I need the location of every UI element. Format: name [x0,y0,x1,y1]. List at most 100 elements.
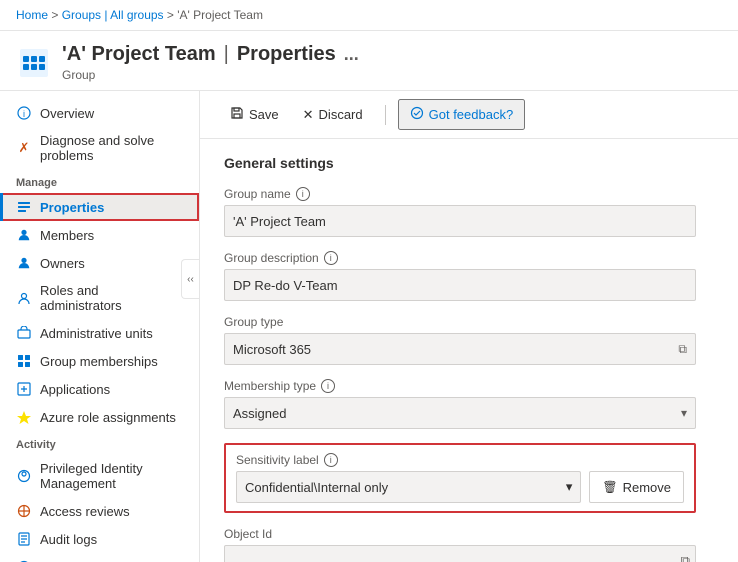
group-description-info-icon[interactable]: i [324,251,338,265]
group-description-field: Group description i [224,251,696,301]
sidebar-item-members[interactable]: Members [0,221,199,249]
sidebar-properties-label: Properties [40,200,104,215]
sidebar-item-diagnose[interactable]: ✗ Diagnose and solve problems [0,127,199,169]
sidebar-owners-label: Owners [40,256,85,271]
header-more-button[interactable]: ... [344,44,359,65]
sidebar-admin-units-label: Administrative units [40,326,153,341]
membership-chevron-icon: ▾ [681,406,687,420]
sensitivity-info-icon[interactable]: i [324,453,338,467]
svg-text:i: i [23,109,25,119]
group-name-info-icon[interactable]: i [296,187,310,201]
breadcrumb-current: 'A' Project Team [177,8,263,22]
membership-type-info-icon[interactable]: i [321,379,335,393]
access-reviews-icon [16,503,32,519]
group-name-input-wrapper [224,205,696,237]
owners-icon [16,255,32,271]
sidebar-item-properties[interactable]: Properties [0,193,199,221]
breadcrumb: Home > Groups | All groups > 'A' Project… [0,0,738,31]
membership-type-select[interactable]: Assigned ▾ [224,397,696,429]
object-id-input[interactable] [224,545,696,562]
sidebar-azure-roles-label: Azure role assignments [40,410,176,425]
group-type-field: Group type Microsoft 365 ⧉ [224,315,696,365]
sidebar-members-label: Members [40,228,94,243]
group-description-label: Group description i [224,251,696,265]
toolbar: Save ✕ Discard Got feedback? [200,91,738,139]
admin-units-icon [16,325,32,341]
sidebar-item-pim[interactable]: Privileged Identity Management [0,455,199,497]
discard-icon: ✕ [303,107,314,123]
sidebar-item-roles[interactable]: Roles and administrators [0,277,199,319]
manage-section-label: Manage [0,169,199,193]
diagnose-icon: ✗ [16,140,32,156]
sidebar-diagnose-label: Diagnose and solve problems [40,133,183,163]
sensitivity-select[interactable]: Confidential\Internal only ▾ [236,471,581,503]
breadcrumb-groups[interactable]: Groups | All groups [62,8,164,22]
sensitivity-chevron-icon: ▾ [566,479,573,495]
save-icon [230,106,244,123]
sidebar-applications-label: Applications [40,382,110,397]
sidebar-audit-logs-label: Audit logs [40,532,97,547]
header-text: 'A' Project Team | Properties ... Group [62,43,722,82]
header-group-name: 'A' Project Team [62,43,216,66]
group-icon [16,45,52,81]
object-id-field: Object Id ⧉ [224,527,696,562]
toolbar-divider [385,105,386,125]
object-id-copy-icon[interactable]: ⧉ [681,553,690,562]
object-id-input-wrapper: ⧉ [224,545,696,562]
sidebar-item-audit-logs[interactable]: Audit logs [0,525,199,553]
membership-type-field: Membership type i Assigned ▾ [224,379,696,429]
membership-type-label: Membership type i [224,379,696,393]
sidebar: i Overview ✗ Diagnose and solve problems… [0,91,200,562]
sensitivity-label-row: Sensitivity label i [236,453,684,467]
members-icon [16,227,32,243]
sidebar-roles-label: Roles and administrators [40,283,183,313]
breadcrumb-home[interactable]: Home [16,8,48,22]
sidebar-item-owners[interactable]: Owners [0,249,199,277]
sidebar-item-group-memberships[interactable]: Group memberships [0,347,199,375]
roles-icon [16,290,32,306]
feedback-button[interactable]: Got feedback? [398,99,526,130]
section-title: General settings [224,155,696,171]
remove-sensitivity-button[interactable]: 🗑 Remove [589,471,684,503]
sidebar-item-applications[interactable]: Applications [0,375,199,403]
activity-section-label: Activity [0,431,199,455]
header-separator: | [224,43,229,66]
save-button[interactable]: Save [220,101,289,128]
info-icon: i [16,105,32,121]
group-type-label: Group type [224,315,696,329]
sidebar-item-admin-units[interactable]: Administrative units [0,319,199,347]
applications-icon [16,381,32,397]
page-header: 'A' Project Team | Properties ... Group [0,31,738,91]
properties-icon [16,199,32,215]
group-type-select[interactable]: Microsoft 365 ⧉ [224,333,696,365]
sensitivity-label-group: Sensitivity label i Confidential\Interna… [224,443,696,513]
group-name-input[interactable] [224,205,696,237]
sidebar-overview-label: Overview [40,106,94,121]
header-page-name: Properties [237,43,336,66]
sidebar-pim-label: Privileged Identity Management [40,461,183,491]
group-description-input[interactable] [224,269,696,301]
group-name-label: Group name i [224,187,696,201]
page-title: 'A' Project Team | Properties ... [62,43,722,66]
header-subtitle: Group [62,68,722,82]
sidebar-item-bulk-ops[interactable]: Bulk operation results [0,553,199,562]
sidebar-group-memberships-label: Group memberships [40,354,158,369]
sidebar-item-azure-roles[interactable]: Azure role assignments [0,403,199,431]
group-name-field: Group name i [224,187,696,237]
group-memberships-icon [16,353,32,369]
form-content: General settings Group name i Group desc… [200,139,720,562]
remove-icon: 🗑 [602,480,617,494]
sensitivity-input-row: Confidential\Internal only ▾ 🗑 Remove [236,471,684,503]
sidebar-item-access-reviews[interactable]: Access reviews [0,497,199,525]
sidebar-collapse-button[interactable]: ‹‹ [181,259,199,299]
copy-icon: ⧉ [678,342,687,357]
audit-logs-icon [16,531,32,547]
feedback-icon [410,106,424,123]
azure-roles-icon [16,409,32,425]
sidebar-access-reviews-label: Access reviews [40,504,130,519]
sidebar-item-overview[interactable]: i Overview [0,99,199,127]
discard-button[interactable]: ✕ Discard [293,102,373,128]
pim-icon [16,468,32,484]
content-area: Save ✕ Discard Got feedback? General set… [200,91,738,562]
main-layout: i Overview ✗ Diagnose and solve problems… [0,91,738,562]
